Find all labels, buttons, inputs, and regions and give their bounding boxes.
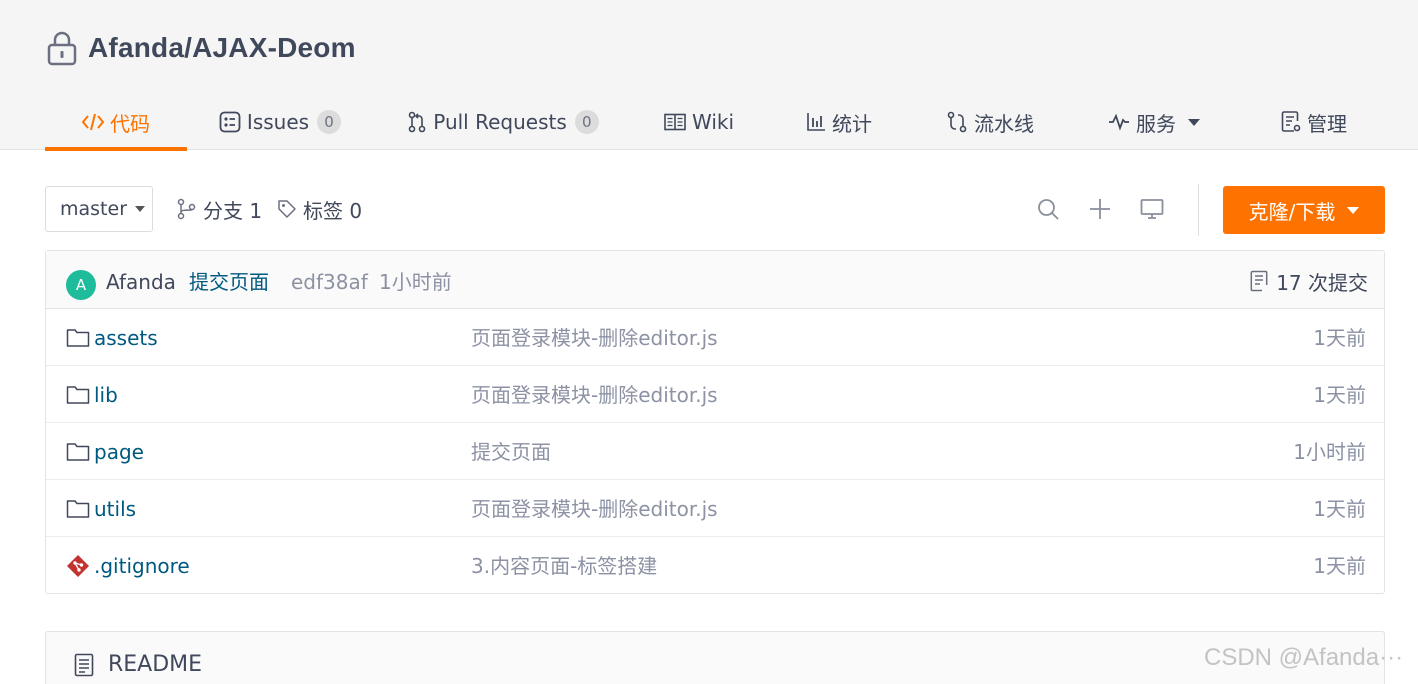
chevron-down-icon [1188,118,1200,126]
branches-label: 分支 1 [203,198,263,223]
pull-request-icon [408,111,426,133]
file-commit-time: 1天前 [1313,326,1366,350]
tags-link[interactable]: 标签 0 [277,186,362,232]
tab-wiki-label: Wiki [691,110,735,134]
tab-pull-requests-label: Pull Requests [433,110,567,134]
avatar[interactable]: A [66,270,96,300]
folder-icon [66,329,90,347]
repo-name[interactable]: Afanda/AJAX-Deom [88,32,356,64]
table-row[interactable]: lib 页面登录模块-删除editor.js 1天前 [46,366,1384,423]
tab-manage-label: 管理 [1307,111,1347,136]
tab-stats-label: 统计 [832,111,872,136]
pulse-icon [1109,113,1129,131]
commit-message[interactable]: 提交页面 [189,269,269,295]
chevron-down-icon [1347,206,1360,214]
issues-icon [219,111,241,133]
file-commit-message[interactable]: 3.内容页面-标签搭建 [471,553,657,579]
commit-list-icon [1250,270,1268,292]
clone-download-label: 克隆/下载 [1248,199,1336,224]
chevron-down-icon [135,206,146,212]
issues-count-badge: 0 [317,110,342,134]
tab-code-label: 代码 [110,111,150,136]
folder-icon [66,386,90,404]
file-name[interactable]: assets [94,325,158,351]
latest-commit-bar: A Afanda 提交页面 edf38af 1小时前 17 次提交 [46,251,1384,309]
file-commit-time: 1天前 [1313,383,1366,407]
branch-select[interactable]: master [45,186,153,232]
commit-author[interactable]: Afanda [106,269,176,295]
folder-icon [66,443,90,461]
tab-stats[interactable]: 统计 [797,94,881,150]
monitor-icon[interactable] [1140,197,1164,221]
file-name[interactable]: page [94,439,144,465]
table-row[interactable]: page 提交页面 1小时前 [46,423,1384,480]
table-row[interactable]: utils 页面登录模块-删除editor.js 1天前 [46,480,1384,537]
tag-icon [278,200,296,218]
pull-requests-count-badge: 0 [574,110,599,134]
tab-services[interactable]: 服务 [1100,94,1208,150]
clone-download-button[interactable]: 克隆/下载 [1223,186,1385,234]
file-commit-message[interactable]: 页面登录模块-删除editor.js [471,382,718,408]
bar-chart-icon [807,113,825,131]
tags-label: 标签 0 [303,198,363,223]
table-row[interactable]: .gitignore 3.内容页面-标签搭建 1天前 [46,537,1384,594]
file-commit-time: 1小时前 [1293,440,1366,464]
repo-toolbar: master 分支 1 标签 0 克隆/下载 [45,184,1385,236]
commit-sha[interactable]: edf38af [291,269,368,295]
tab-pipeline-label: 流水线 [974,111,1034,136]
tab-wiki[interactable]: Wiki [657,94,741,150]
search-icon[interactable] [1036,197,1060,221]
file-commit-time: 1天前 [1313,554,1366,578]
document-icon [74,653,94,676]
readme-title: README [74,652,202,677]
file-commit-message[interactable]: 页面登录模块-删除editor.js [471,496,718,522]
branch-select-value: master [60,198,128,220]
pipeline-icon [947,111,967,133]
file-name[interactable]: .gitignore [94,553,190,579]
file-name[interactable]: lib [94,382,118,408]
file-commit-message[interactable]: 提交页面 [471,439,551,465]
readme-title-text: README [108,652,203,677]
tab-issues-label: Issues [246,110,310,134]
table-row[interactable]: assets 页面登录模块-删除editor.js 1天前 [46,309,1384,366]
repo-tabs: 代码 Issues 0 Pull Requests 0 Wiki 统计 流水线 … [0,94,1418,151]
branches-link[interactable]: 分支 1 [177,186,262,232]
commit-time: 1小时前 [379,270,452,294]
file-commit-time: 1天前 [1313,497,1366,521]
tab-pull-requests[interactable]: Pull Requests 0 [405,94,601,150]
plus-icon[interactable] [1088,197,1112,221]
file-commit-message[interactable]: 页面登录模块-删除editor.js [471,325,718,351]
commit-count-label: 17 次提交 [1276,270,1368,295]
tab-services-label: 服务 [1136,111,1176,136]
tab-manage[interactable]: 管理 [1270,94,1358,150]
commit-count-link[interactable]: 17 次提交 [1250,267,1368,295]
repo-title: Afanda/AJAX-Deom [46,28,356,68]
tab-issues[interactable]: Issues 0 [215,94,345,150]
repo-header: Afanda/AJAX-Deom 代码 Issues 0 Pull Reques… [0,0,1418,151]
file-list: A Afanda 提交页面 edf38af 1小时前 17 次提交 assets… [45,250,1385,594]
branch-icon [177,198,196,220]
toolbar-divider [1198,184,1199,236]
code-icon [82,113,104,131]
file-name[interactable]: utils [94,496,136,522]
tab-code[interactable]: 代码 [45,94,187,151]
git-file-icon [67,555,89,577]
tab-pipeline[interactable]: 流水线 [937,94,1043,150]
settings-doc-icon [1281,111,1301,132]
folder-icon [66,500,90,518]
book-icon [664,113,686,131]
watermark: CSDN @Afanda··· [1204,644,1404,671]
lock-icon [47,31,77,66]
readme-panel: README [45,631,1385,684]
